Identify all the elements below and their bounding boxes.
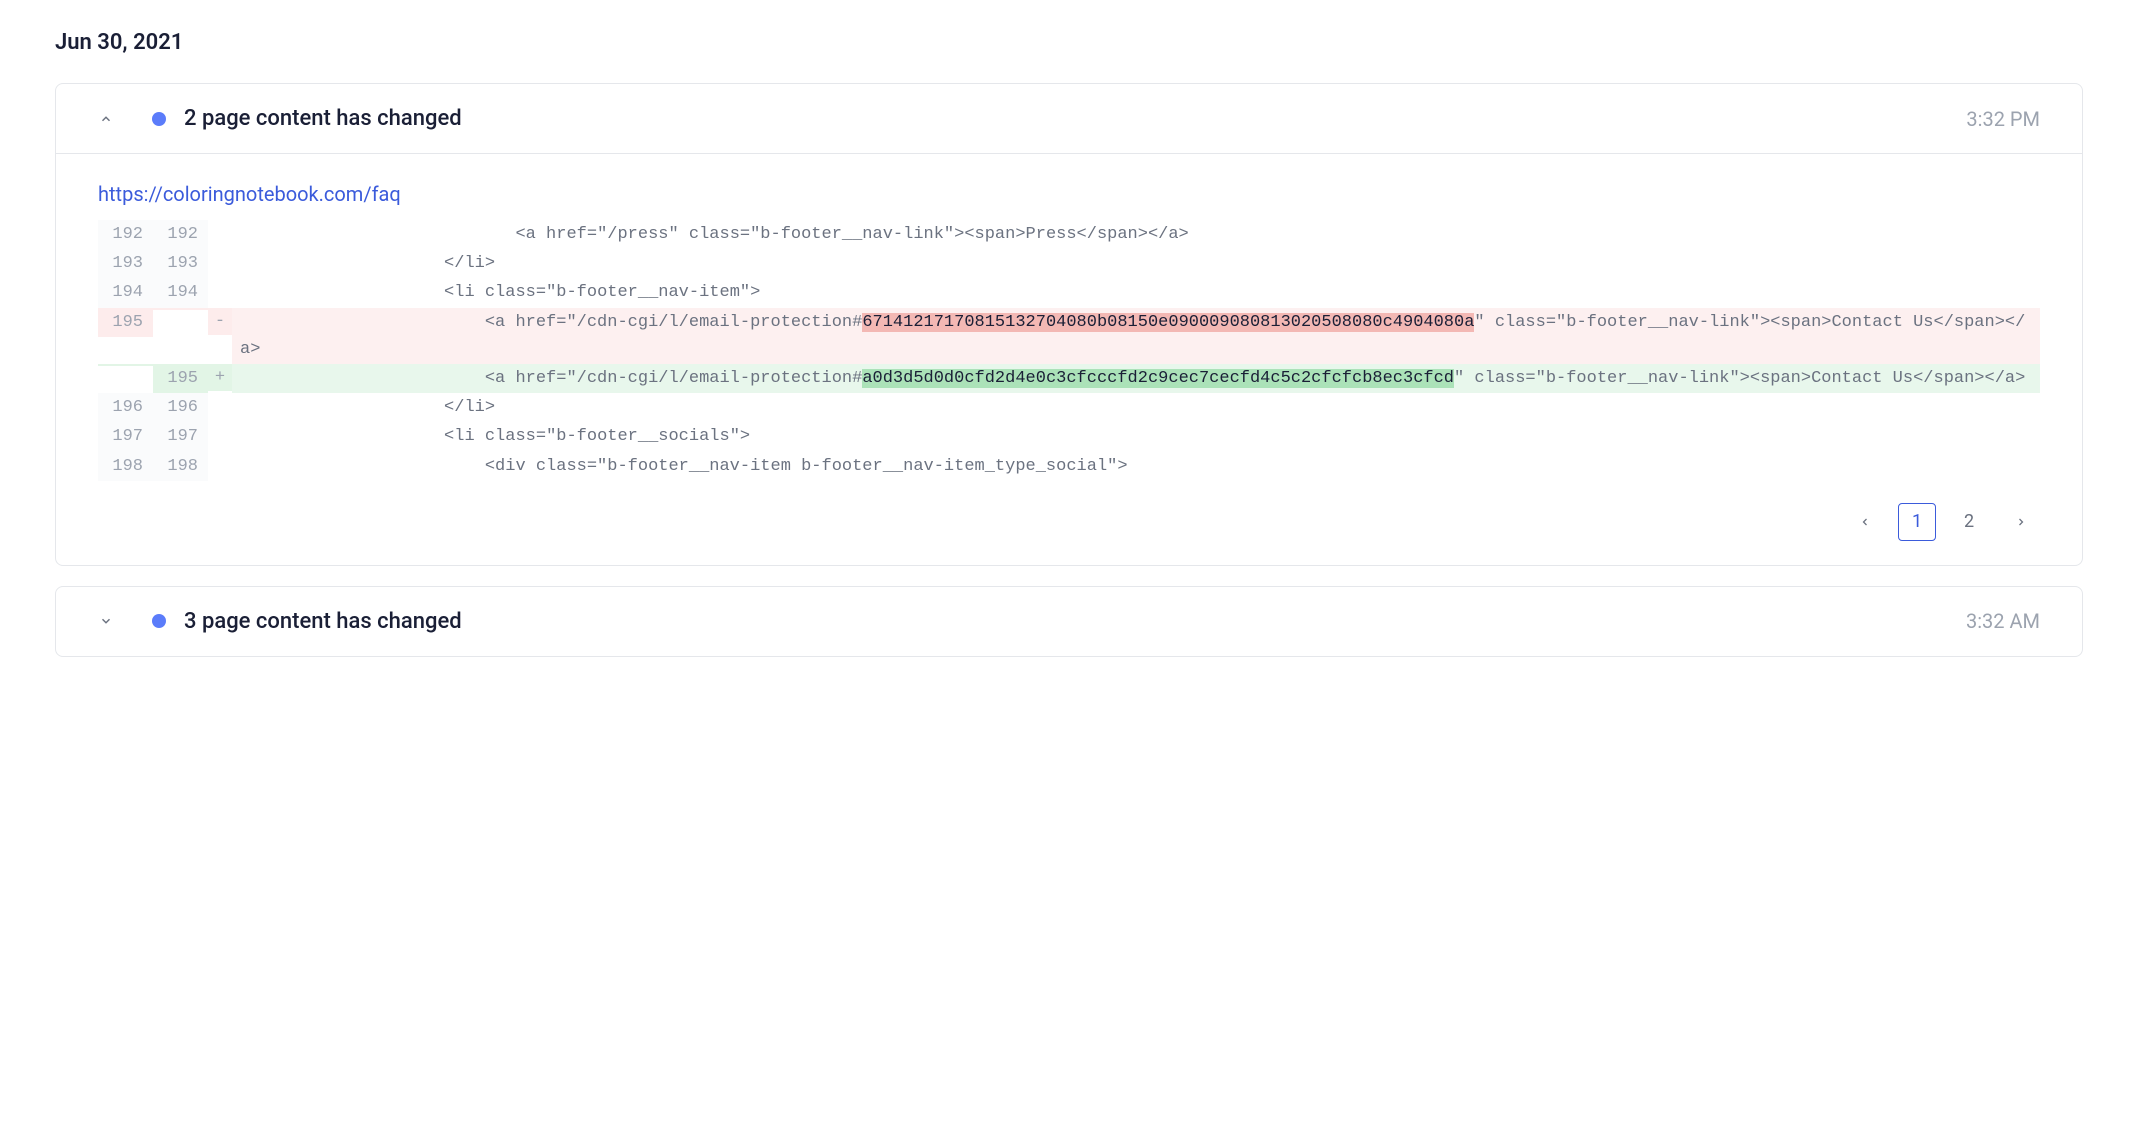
line-number-new: 195 xyxy=(153,364,208,393)
pagination: 1 2 xyxy=(98,503,2040,541)
diff-table: 192192 <a href="/press" class="b-footer_… xyxy=(98,220,2040,481)
entry-card: 3 page content has changed 3:32 AM xyxy=(55,586,2083,657)
line-number-old: 195 xyxy=(98,308,153,337)
diff-row: 198198 <div class="b-footer__nav-item b-… xyxy=(98,452,2040,481)
date-heading: Jun 30, 2021 xyxy=(55,30,2083,55)
diff-code: <li class="b-footer__socials"> xyxy=(232,422,2040,451)
diff-row: 195 - <a href="/cdn-cgi/l/email-protectio… xyxy=(98,308,2040,364)
diff-code: </li> xyxy=(232,249,2040,278)
diff-marker: + xyxy=(208,364,232,391)
line-number-new: 193 xyxy=(153,249,208,278)
line-number-old xyxy=(98,364,153,366)
page-number-2[interactable]: 2 xyxy=(1950,503,1988,541)
diff-row: 197197 <li class="b-footer__socials"> xyxy=(98,422,2040,451)
diff-row: 192192 <a href="/press" class="b-footer_… xyxy=(98,220,2040,249)
line-number-new: 196 xyxy=(153,393,208,422)
page-next-button[interactable] xyxy=(2002,503,2040,541)
entry-url-link[interactable]: https://coloringnotebook.com/faq xyxy=(98,182,401,206)
entry-body: https://coloringnotebook.com/faq 192192 … xyxy=(56,154,2082,565)
diff-code: <a href="/cdn-cgi/l/email-protection#671… xyxy=(232,308,2040,364)
entry-time: 3:32 PM xyxy=(1966,107,2040,131)
entry-title: 2 page content has changed xyxy=(184,106,1966,131)
diff-code: <a href="/press" class="b-footer__nav-li… xyxy=(232,220,2040,249)
diff-row: 194194 <li class="b-footer__nav-item"> xyxy=(98,278,2040,307)
line-number-new: 194 xyxy=(153,278,208,307)
entry-title: 3 page content has changed xyxy=(184,609,1966,634)
line-number-new: 197 xyxy=(153,422,208,451)
status-dot-icon xyxy=(152,112,166,126)
status-dot-icon xyxy=(152,614,166,628)
page-number-1[interactable]: 1 xyxy=(1898,503,1936,541)
line-number-old: 196 xyxy=(98,393,153,422)
diff-code: </li> xyxy=(232,393,2040,422)
line-number-old: 193 xyxy=(98,249,153,278)
chevron-up-icon xyxy=(98,111,114,127)
line-number-old: 198 xyxy=(98,452,153,481)
chevron-down-icon xyxy=(98,613,114,629)
line-number-old: 194 xyxy=(98,278,153,307)
page-prev-button[interactable] xyxy=(1846,503,1884,541)
diff-code: <div class="b-footer__nav-item b-footer_… xyxy=(232,452,2040,481)
line-number-new: 192 xyxy=(153,220,208,249)
diff-row: 193193 </li> xyxy=(98,249,2040,278)
entry-header[interactable]: 3 page content has changed 3:32 AM xyxy=(56,587,2082,656)
line-number-old: 197 xyxy=(98,422,153,451)
diff-row: 195+ <a href="/cdn-cgi/l/email-protectio… xyxy=(98,364,2040,393)
entry-time: 3:32 AM xyxy=(1966,609,2040,633)
entry-header[interactable]: 2 page content has changed 3:32 PM xyxy=(56,84,2082,154)
line-number-new xyxy=(153,308,208,310)
diff-code: <li class="b-footer__nav-item"> xyxy=(232,278,2040,307)
diff-row: 196196 </li> xyxy=(98,393,2040,422)
diff-marker: - xyxy=(208,308,232,335)
entry-card: 2 page content has changed 3:32 PM https… xyxy=(55,83,2083,566)
diff-code: <a href="/cdn-cgi/l/email-protection#a0d… xyxy=(232,364,2040,393)
line-number-new: 198 xyxy=(153,452,208,481)
line-number-old: 192 xyxy=(98,220,153,249)
